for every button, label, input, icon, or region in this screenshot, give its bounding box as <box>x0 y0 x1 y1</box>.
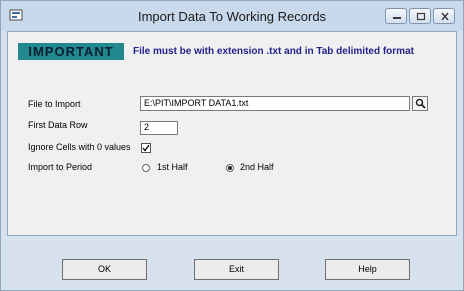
period-radio-1st-half[interactable] <box>142 164 150 172</box>
check-icon <box>142 144 150 152</box>
ignore-zero-label: Ignore Cells with 0 values <box>28 142 131 152</box>
minimize-icon <box>393 17 401 19</box>
first-data-row-label: First Data Row <box>28 120 88 130</box>
dialog-body: IMPORTANT File must be with extension .t… <box>7 31 457 236</box>
period-1st-half-label: 1st Half <box>157 162 188 172</box>
exit-button[interactable]: Exit <box>194 259 279 280</box>
import-period-label: Import to Period <box>28 162 93 172</box>
period-2nd-half-label: 2nd Half <box>240 162 274 172</box>
import-dialog-window: Import Data To Working Records IMPORTANT… <box>0 0 464 291</box>
important-badge: IMPORTANT <box>18 43 124 60</box>
ignore-zero-checkbox[interactable] <box>141 143 151 153</box>
minimize-button[interactable] <box>385 8 407 24</box>
file-to-import-label: File to Import <box>28 99 81 109</box>
format-notice: File must be with extension .txt and in … <box>133 46 414 57</box>
close-button[interactable] <box>433 8 455 24</box>
radio-selected-dot <box>228 166 232 170</box>
maximize-icon <box>416 12 426 21</box>
search-icon <box>415 98 426 109</box>
file-path-input[interactable]: E:\PIT\IMPORT DATA1.txt <box>140 96 410 111</box>
browse-button[interactable] <box>412 96 428 111</box>
first-data-row-input[interactable]: 2 <box>140 121 178 135</box>
help-button[interactable]: Help <box>325 259 410 280</box>
maximize-button[interactable] <box>409 8 431 24</box>
close-icon <box>441 12 449 21</box>
title-bar: Import Data To Working Records <box>1 1 463 31</box>
period-radio-2nd-half[interactable] <box>226 164 234 172</box>
ok-button[interactable]: OK <box>62 259 147 280</box>
